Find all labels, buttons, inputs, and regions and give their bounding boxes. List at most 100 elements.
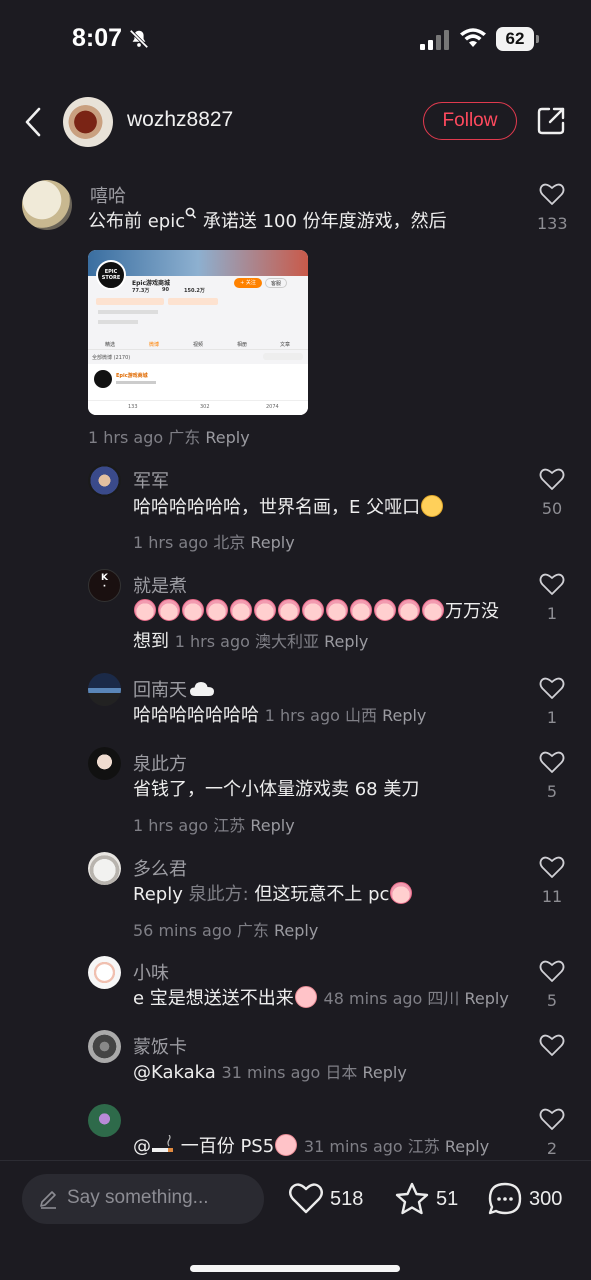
cloud-icon	[190, 682, 214, 696]
reply-button[interactable]: Reply	[382, 706, 426, 725]
comment-image-thumbnail[interactable]: EPIC STORE Epic游戏商城 77.3万 90 150.2万 + 关注 …	[88, 250, 308, 415]
commenter-name[interactable]: 回南天	[133, 676, 215, 702]
crying-emoji-icon	[230, 599, 252, 621]
reply-button[interactable]: Reply	[250, 533, 294, 552]
engagement-bar: Say something... 518 51 300	[0, 1160, 591, 1280]
search-icon[interactable]	[185, 207, 197, 221]
author-avatar[interactable]	[63, 97, 113, 147]
commenter-avatar[interactable]	[88, 673, 121, 706]
reply-button[interactable]: Reply	[445, 1137, 489, 1156]
status-bar: 8:07 62	[0, 0, 591, 80]
comment-like[interactable]: 2	[537, 1107, 567, 1158]
commenter-avatar[interactable]	[88, 747, 121, 780]
crying-emoji-icon	[374, 599, 396, 621]
collect-post-button[interactable]: 51	[394, 1181, 464, 1217]
back-arrow-icon[interactable]	[20, 106, 46, 138]
comment-meta: 56 mins ago 广东 Reply	[133, 921, 319, 940]
heart-icon[interactable]	[539, 959, 565, 983]
reply-button[interactable]: Reply	[324, 632, 368, 651]
heart-icon[interactable]	[539, 467, 565, 491]
reply-button[interactable]: Reply	[274, 921, 318, 940]
home-indicator[interactable]	[190, 1265, 400, 1272]
comment-meta: 31 mins ago 日本 Reply	[221, 1063, 407, 1082]
thumbnail-store-name: Epic游戏商城	[132, 280, 171, 287]
heart-icon[interactable]	[539, 1107, 565, 1131]
comment-meta: 1 hrs ago 广东 Reply	[88, 428, 250, 447]
commenter-avatar[interactable]	[88, 852, 121, 885]
comment-reply-item: 多么君 Reply 泉此方: 但这玩意不上 pc 56 mins ago 广东 …	[0, 850, 591, 950]
cigarette-icon	[152, 1134, 173, 1152]
comment-reply-item: K · 就是煮 万万没 想到 1 hrs ago 澳大利亚 Reply 1	[0, 567, 591, 667]
author-username[interactable]: wozhz8827	[127, 108, 233, 132]
comment-like[interactable]: 133	[537, 182, 568, 233]
pencil-icon	[40, 1191, 56, 1209]
comment-text: 哈哈哈哈哈哈哈 1 hrs ago 山西 Reply	[133, 705, 427, 726]
like-post-button[interactable]: 518	[288, 1181, 368, 1217]
reply-button[interactable]: Reply	[250, 816, 294, 835]
share-icon[interactable]	[535, 105, 567, 137]
commenter-name[interactable]: 嘻哈	[90, 182, 126, 208]
commenter-avatar[interactable]	[88, 956, 121, 989]
like-count: 50	[541, 499, 563, 518]
bell-muted-icon	[129, 29, 149, 49]
heart-icon[interactable]	[539, 182, 565, 206]
comment-like[interactable]	[537, 1033, 567, 1061]
commenter-avatar[interactable]	[88, 464, 121, 497]
commenter-name[interactable]: 多么君	[133, 855, 187, 881]
comment-like[interactable]: 5	[537, 750, 567, 801]
comment-reply-item: @ 一百份 PS5 31 mins ago 江苏 Reply 2	[0, 1102, 591, 1160]
battery-level: 62	[496, 27, 534, 51]
commenter-avatar[interactable]: K ·	[88, 569, 121, 602]
comment-meta: 1 hrs ago 山西 Reply	[264, 706, 427, 725]
crying-emoji-icon	[278, 599, 300, 621]
comment-input[interactable]: Say something...	[22, 1174, 264, 1224]
heart-icon[interactable]	[539, 1033, 565, 1057]
crying-emoji-icon	[390, 882, 413, 904]
comment-reply-item: 泉此方 省钱了，一个小体量游戏卖 68 美刀 1 hrs ago 江苏 Repl…	[0, 745, 591, 845]
crying-emoji-icon	[158, 599, 180, 621]
heart-icon[interactable]	[539, 572, 565, 596]
reply-button[interactable]: Reply	[465, 989, 509, 1008]
heart-icon[interactable]	[539, 676, 565, 700]
reply-target[interactable]: 泉此方:	[189, 884, 249, 905]
comment-meta: 1 hrs ago 江苏 Reply	[133, 816, 295, 835]
commenter-name[interactable]: 泉此方	[133, 750, 187, 776]
comment-text: Reply 泉此方: 但这玩意不上 pc	[133, 880, 413, 910]
comment-like[interactable]: 5	[537, 959, 567, 1010]
comment-like[interactable]: 1	[537, 572, 567, 623]
commenter-name[interactable]: 军军	[133, 467, 169, 493]
comments-button[interactable]: 300	[487, 1181, 572, 1217]
reply-button[interactable]: Reply	[363, 1063, 407, 1082]
commenter-name[interactable]: 小味	[133, 959, 169, 985]
comment-meta: 48 mins ago 四川 Reply	[323, 989, 509, 1008]
crying-emoji-icon	[326, 599, 348, 621]
comment-like[interactable]: 1	[537, 676, 567, 727]
commenter-name[interactable]: 就是煮	[133, 572, 187, 598]
commenter-name[interactable]: 蒙饭卡	[133, 1033, 187, 1059]
follow-button[interactable]: Follow	[423, 102, 517, 140]
comment-input-placeholder: Say something...	[67, 1187, 209, 1208]
post-like-count: 518	[330, 1188, 364, 1210]
crying-emoji-icon	[206, 599, 228, 621]
like-count: 2	[546, 1139, 558, 1158]
crying-emoji-icon	[182, 599, 204, 621]
reply-button[interactable]: Reply	[205, 428, 249, 447]
comment-meta: 1 hrs ago 北京 Reply	[133, 533, 295, 552]
comment-reply-item: 回南天 哈哈哈哈哈哈哈 1 hrs ago 山西 Reply 1	[0, 671, 591, 741]
comment-like[interactable]: 50	[537, 467, 567, 518]
wifi-icon	[460, 28, 486, 47]
comment-text: 公布前 epic 承诺送 100 份年度游戏，然后	[88, 207, 447, 237]
heart-icon[interactable]	[539, 750, 565, 774]
battery-indicator: 62	[496, 27, 540, 51]
comment-reply-item: 蒙饭卡 @Kakaka 31 mins ago 日本 Reply	[0, 1028, 591, 1098]
comment-like[interactable]: 11	[537, 855, 567, 906]
commenter-avatar[interactable]	[22, 180, 72, 230]
heart-icon[interactable]	[539, 855, 565, 879]
comment-item: 嘻哈 公布前 epic 承诺送 100 份年度游戏，然后 EPIC STORE E…	[0, 178, 591, 448]
crying-emoji-icon	[398, 599, 420, 621]
star-icon	[395, 1182, 429, 1215]
comment-text: 省钱了，一个小体量游戏卖 68 美刀	[133, 779, 420, 800]
commenter-avatar[interactable]	[88, 1104, 121, 1137]
commenter-avatar[interactable]	[88, 1030, 121, 1063]
crying-emoji-icon	[302, 599, 324, 621]
